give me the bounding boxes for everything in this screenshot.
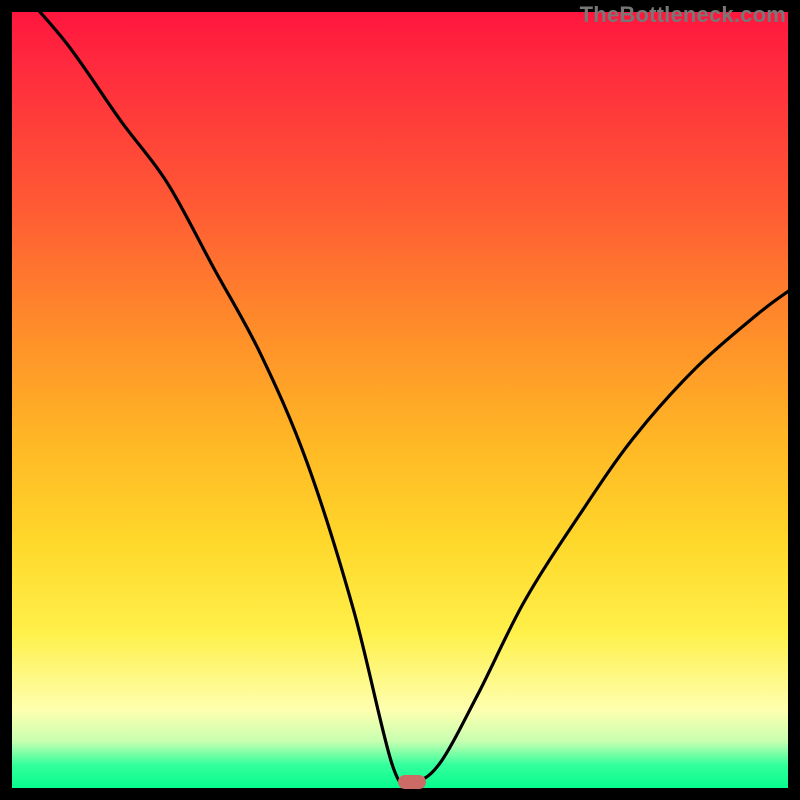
- chart-background-gradient: [12, 12, 788, 788]
- watermark-label: TheBottleneck.com: [580, 2, 786, 28]
- bottleneck-chart: TheBottleneck.com: [0, 0, 800, 800]
- optimal-point-marker: [398, 775, 426, 789]
